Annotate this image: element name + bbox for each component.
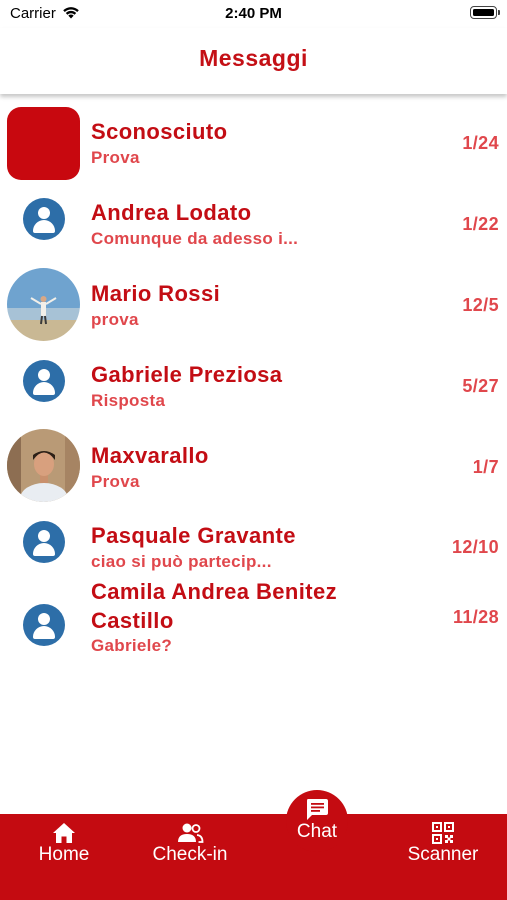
tab-scanner-label: Scanner — [407, 844, 479, 865]
avatar — [7, 344, 80, 417]
avatar — [7, 505, 80, 578]
top-bar: Messaggi — [0, 28, 507, 94]
status-bar: Carrier 2:40 PM — [0, 0, 507, 28]
person-placeholder-icon — [22, 520, 65, 563]
home-icon — [53, 823, 75, 843]
qr-code-icon — [432, 822, 454, 844]
conversation-row[interactable]: Maxvarallo Prova 1/7 — [0, 422, 507, 502]
tab-checkin-label: Check-in — [152, 844, 228, 865]
message-preview: Prova — [91, 148, 140, 167]
tab-home[interactable]: Home — [24, 822, 104, 866]
contact-name-continued: Castillo — [91, 608, 174, 633]
message-preview: Prova — [91, 472, 140, 491]
conversation-list: Sconosciuto Prova 1/24 Andrea Lodato Com… — [0, 98, 507, 673]
conversation-row[interactable]: Pasquale Gravante ciao si può partecip..… — [0, 502, 507, 583]
tab-checkin[interactable]: Check-in — [140, 822, 240, 866]
message-date: 5/27 — [462, 376, 499, 396]
person-placeholder-icon — [22, 603, 65, 646]
contact-name: Andrea Lodato — [91, 200, 252, 225]
status-time: 2:40 PM — [225, 5, 282, 22]
contact-name: Pasquale Gravante — [91, 523, 296, 548]
message-date: 12/5 — [462, 295, 499, 315]
beach-photo-avatar — [7, 268, 80, 341]
person-placeholder-icon — [22, 197, 65, 240]
contact-name: Gabriele Preziosa — [91, 362, 283, 387]
avatar — [7, 588, 80, 661]
message-preview: Comunque da adesso i... — [91, 229, 299, 248]
message-date: 11/28 — [452, 607, 499, 627]
avatar — [7, 107, 80, 180]
message-date: 1/7 — [472, 457, 499, 477]
message-preview: Gabriele? — [91, 636, 173, 655]
conversation-row[interactable]: Camila Andrea Benitez Castillo Gabriele?… — [0, 579, 507, 673]
chat-icon — [307, 799, 328, 820]
contact-name: Maxvarallo — [91, 443, 209, 468]
message-date: 1/24 — [462, 133, 499, 153]
conversation-row[interactable]: Sconosciuto Prova 1/24 — [0, 98, 507, 180]
person-placeholder-icon — [22, 359, 65, 402]
avatar — [7, 268, 80, 341]
message-preview: Risposta — [91, 391, 166, 410]
tab-home-label: Home — [38, 844, 90, 865]
page-title: Messaggi — [199, 45, 308, 71]
tab-chat[interactable]: Chat — [277, 797, 357, 843]
portrait-photo-avatar — [7, 429, 80, 502]
conversation-row[interactable]: Gabriele Preziosa Risposta 5/27 — [0, 341, 507, 422]
conversation-row[interactable]: Andrea Lodato Comunque da adesso i... 1/… — [0, 179, 507, 260]
people-icon — [178, 823, 204, 843]
avatar — [7, 182, 80, 255]
battery-icon — [470, 6, 500, 19]
avatar — [7, 429, 80, 502]
message-preview: ciao si può partecip... — [91, 552, 272, 571]
message-date: 1/22 — [462, 214, 499, 234]
tab-scanner[interactable]: Scanner — [400, 822, 486, 866]
message-preview: prova — [91, 310, 139, 329]
contact-name: Camila Andrea Benitez — [91, 579, 337, 604]
conversation-row[interactable]: Mario Rossi prova 12/5 — [0, 260, 507, 341]
contact-name: Sconosciuto — [91, 119, 228, 144]
tab-chat-label: Chat — [296, 821, 338, 842]
contact-name: Mario Rossi — [91, 281, 221, 306]
message-date: 12/10 — [451, 537, 499, 557]
